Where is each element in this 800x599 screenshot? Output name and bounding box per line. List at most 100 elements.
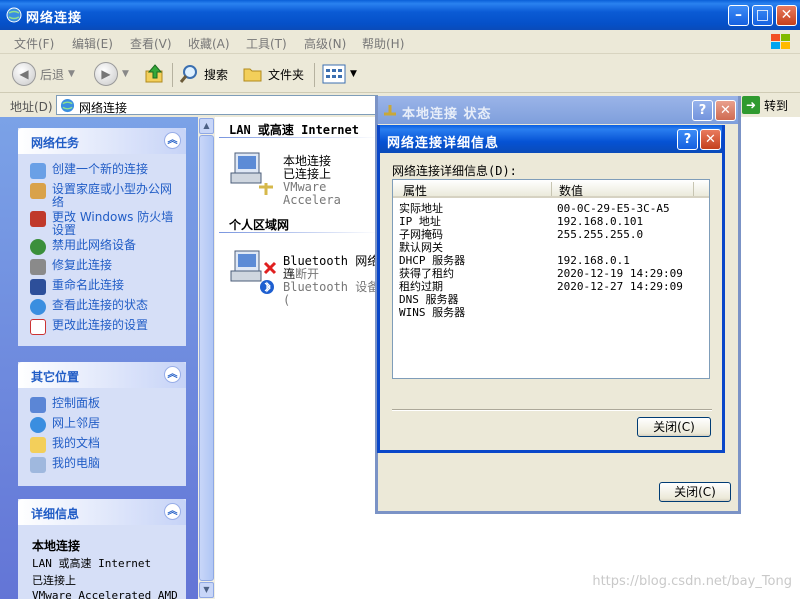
forward-dropdown-icon[interactable]: ▼ [122,69,129,79]
firewall-icon [30,211,46,227]
details-close-x-button[interactable]: ✕ [700,129,721,150]
row-property: 租约过期 [399,280,443,293]
row-value: 2020-12-19 14:29:09 [557,267,683,280]
menu-help[interactable]: 帮助(H) [362,35,404,52]
network-tasks-header[interactable]: 网络任务 ︽ [18,128,186,154]
table-row[interactable]: 子网掩码 255.255.255.0 [399,228,709,241]
task-repair-connection[interactable]: 修复此连接 [30,259,112,275]
task-disable-device[interactable]: 禁用此网络设备 [30,239,136,255]
details-name: 本地连接 [32,539,81,553]
table-row[interactable]: DNS 服务器 [399,293,709,306]
lan-connection-icon [230,152,273,195]
details-panel: 详细信息 ︽ 本地连接 LAN 或高速 Internet 已连接上 VMware… [18,499,186,599]
task-firewall-settings[interactable]: 更改 Windows 防火墙设置 [30,211,180,237]
views-button[interactable]: ▼ [322,61,357,87]
connection-bluetooth[interactable]: Bluetooth 网络连 已断开 Bluetooth 设备 ( [229,249,389,307]
scroll-thumb[interactable] [199,135,214,581]
table-row[interactable]: IP 地址 192.168.0.101 [399,215,709,228]
status-globe-icon [30,299,46,315]
folders-button[interactable]: 文件夹 [242,61,304,87]
my-computer-icon [30,457,46,473]
address-field[interactable]: 网络连接 [56,95,378,115]
details-listview[interactable]: 属性 数值 实际地址 00-0C-29-E5-3C-A5 IP 地址 192.168.… [392,179,710,379]
search-icon [179,65,197,83]
table-row[interactable]: 实际地址 00-0C-29-E5-3C-A5 [399,202,709,215]
network-neighborhood-icon [30,417,46,433]
column-value[interactable]: 数值 [559,182,583,199]
table-row[interactable]: DHCP 服务器 192.168.0.1 [399,254,709,267]
other-places-panel: 其它位置 ︽ 控制面板 网上邻居 我的文档 我的电脑 [18,362,186,486]
table-row[interactable]: 租约过期 2020-12-27 14:29:09 [399,280,709,293]
row-property: 子网掩码 [399,228,443,241]
status-close-x-button[interactable]: ✕ [715,100,736,121]
menu-tools[interactable]: 工具(T) [246,35,287,52]
control-panel-icon [30,397,46,413]
menu-file[interactable]: 文件(F) [14,35,54,52]
status-dialog-title: 本地连接 状态 [402,107,492,122]
connection-local-device: VMware Accelera [283,180,341,207]
details-header[interactable]: 详细信息 ︽ [18,499,186,525]
task-change-settings[interactable]: 更改此连接的设置 [30,319,148,335]
row-property: DHCP 服务器 [399,254,466,267]
menu-advanced[interactable]: 高级(N) [304,35,346,52]
details-device: VMware Accelerated AMD [32,589,178,599]
collapse-chevron-icon[interactable]: ︽ [164,366,181,383]
details-status: 已连接上 [32,574,76,587]
status-help-button[interactable]: ? [692,100,713,121]
menu-edit[interactable]: 编辑(E) [72,35,113,52]
views-dropdown-icon: ▼ [350,69,357,79]
details-help-button[interactable]: ? [677,129,698,150]
forward-button[interactable]: ▶ ▼ [94,61,129,87]
collapse-chevron-icon[interactable]: ︽ [164,132,181,149]
details-dialog-titlebar[interactable]: 网络连接详细信息 ? ✕ [380,125,722,153]
collapse-chevron-icon[interactable]: ︽ [164,503,181,520]
place-my-documents[interactable]: 我的文档 [30,437,100,453]
table-row[interactable]: 获得了租约 2020-12-19 14:29:09 [399,267,709,280]
task-rename-connection[interactable]: 重命名此连接 [30,279,124,295]
menu-favorites[interactable]: 收藏(A) [188,35,230,52]
place-control-panel[interactable]: 控制面板 [30,397,100,413]
my-documents-icon [30,437,46,453]
listview-header: 属性 数值 [393,180,709,198]
back-arrow-icon: ◀ [12,62,36,86]
forward-arrow-icon: ▶ [94,62,118,86]
disable-device-icon [30,239,46,255]
up-folder-button[interactable] [144,61,166,87]
close-button[interactable]: ✕ [776,5,797,26]
back-dropdown-icon[interactable]: ▼ [68,69,75,79]
status-dialog-titlebar[interactable]: 本地连接 状态 ? ✕ [378,96,738,124]
row-property: WINS 服务器 [399,306,466,319]
new-connection-icon [30,163,46,179]
row-property: IP 地址 [399,215,441,228]
row-value: 192.168.0.101 [557,215,644,228]
back-button[interactable]: ◀ 后退 ▼ [12,61,75,87]
details-dialog: 网络连接详细信息 ? ✕ 网络连接详细信息(D): 属性 数值 实际地址 00-0… [377,125,725,453]
scroll-down-icon[interactable]: ▼ [199,582,214,598]
go-arrow-icon: ➜ [742,96,760,114]
column-property[interactable]: 属性 [403,182,427,199]
wrench-icon [30,259,46,275]
home-network-icon [30,183,46,199]
connection-local[interactable]: 本地连接 已连接上 VMware Accelera [229,151,389,207]
task-pane-scrollbar[interactable]: ▲ ▼ [198,117,215,599]
place-network-neighborhood[interactable]: 网上邻居 [30,417,100,433]
maximize-button[interactable]: □ [752,5,773,26]
window-titlebar[interactable]: 网络连接 – □ ✕ [0,0,800,30]
menu-view[interactable]: 查看(V) [130,35,172,52]
task-pane: 网络任务 ︽ 创建一个新的连接 设置家庭或小型办公网络 更改 Windows 防… [0,117,198,599]
place-my-computer[interactable]: 我的电脑 [30,457,100,473]
details-close-button[interactable]: 关闭(C) [637,417,711,437]
table-row[interactable]: 默认网关 [399,241,709,254]
other-places-header[interactable]: 其它位置 ︽ [18,362,186,388]
table-row[interactable]: WINS 服务器 [399,306,709,319]
status-close-button[interactable]: 关闭(C) [659,482,731,502]
go-button[interactable]: ➜ 转到 [742,96,788,114]
search-button[interactable]: 搜索 [178,61,228,87]
task-create-connection[interactable]: 创建一个新的连接 [30,163,148,179]
toolbar: ◀ 后退 ▼ ▶ ▼ 搜索 文件夹 ▼ [0,55,800,93]
scroll-up-icon[interactable]: ▲ [199,118,214,134]
task-view-status[interactable]: 查看此连接的状态 [30,299,148,315]
lan-status-icon [384,105,396,116]
task-home-network[interactable]: 设置家庭或小型办公网络 [30,183,180,209]
minimize-button[interactable]: – [728,5,749,26]
